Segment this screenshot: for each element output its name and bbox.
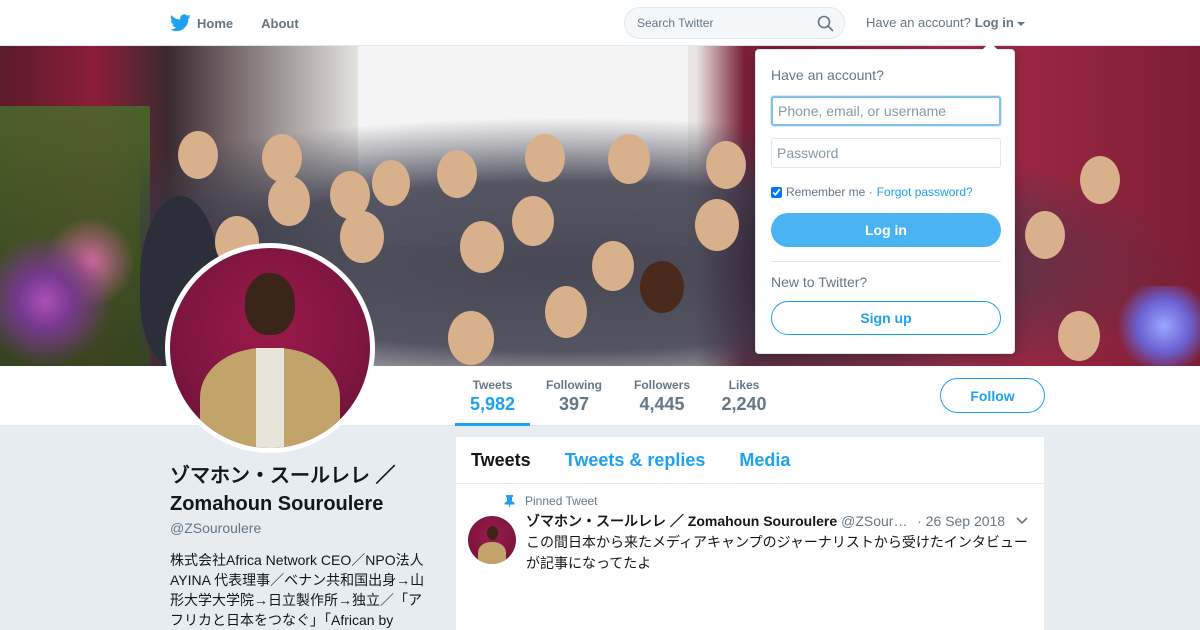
banner-face xyxy=(268,176,310,226)
tweet-avatar-jacket xyxy=(478,542,506,564)
top-navigation-bar: Home About Have an account? Log in xyxy=(0,0,1200,46)
banner-face xyxy=(592,241,634,291)
login-button[interactable]: Log in xyxy=(771,213,1001,247)
stat-followers[interactable]: Followers 4,445 xyxy=(628,378,696,415)
nav-home-link[interactable]: Home xyxy=(170,14,233,32)
timeline-tabs: Tweets Tweets & replies Media xyxy=(456,437,1044,484)
account-menu[interactable]: Have an account? Log in xyxy=(866,15,1025,30)
password-field[interactable] xyxy=(771,138,1001,168)
tab-media[interactable]: Media xyxy=(739,450,790,471)
pinned-tweet-context: Pinned Tweet xyxy=(504,494,598,508)
search-input[interactable] xyxy=(625,8,815,38)
stat-tweets-label: Tweets xyxy=(472,378,513,392)
avatar-shirt xyxy=(256,348,284,448)
tweet-text: この間日本から来たメディアキャンプのジャーナリストから受けたインタビューが記事に… xyxy=(526,534,1028,571)
signup-button[interactable]: Sign up xyxy=(771,301,1001,335)
profile-name-line2: Zomahoun Souroulere xyxy=(170,493,384,515)
timeline: Tweets Tweets & replies Media Pinned Twe… xyxy=(456,437,1044,630)
tab-tweets[interactable]: Tweets xyxy=(471,450,531,471)
banner-face xyxy=(1025,211,1065,259)
dropdown-divider xyxy=(771,261,1001,262)
stat-following-value: 397 xyxy=(558,394,590,414)
tweet-author-handle[interactable]: @ZSouroulere xyxy=(841,513,909,529)
new-to-twitter-prompt: New to Twitter? xyxy=(771,274,868,290)
stat-following[interactable]: Following 397 xyxy=(540,378,608,415)
pin-icon xyxy=(504,494,515,508)
nav-about-label: About xyxy=(261,15,299,31)
banner-face xyxy=(640,261,684,313)
search-icon[interactable] xyxy=(817,15,834,37)
tab-tweets-and-replies[interactable]: Tweets & replies xyxy=(565,450,706,471)
follow-button[interactable]: Follow xyxy=(940,378,1045,413)
search-box xyxy=(624,7,845,39)
nav-home-label: Home xyxy=(197,15,234,31)
tweet-author-avatar[interactable] xyxy=(468,516,516,564)
remember-me-label: Remember me · xyxy=(786,185,873,199)
nav-left: Home About xyxy=(170,0,327,46)
tweet-header: ゾマホン・スールレレ ／ Zomahoun Souroulere @ZSouro… xyxy=(526,511,1031,531)
banner-face xyxy=(1080,156,1120,204)
account-prompt: Have an account? xyxy=(866,15,971,30)
profile-bio: 株式会社Africa Network CEO／NPO法人AYINA 代表理事／ベ… xyxy=(170,552,425,628)
twitter-bird-icon xyxy=(170,14,191,32)
banner-face xyxy=(460,221,504,273)
banner-face xyxy=(372,160,410,206)
banner-face xyxy=(545,286,587,338)
banner-face xyxy=(512,196,554,246)
banner-face xyxy=(608,134,650,184)
forgot-password-link[interactable]: Forgot password? xyxy=(877,185,973,199)
banner-face xyxy=(437,150,477,198)
caret-down-icon xyxy=(1016,21,1025,26)
stat-likes-label: Likes xyxy=(728,378,760,392)
stat-followers-value: 4,445 xyxy=(639,394,685,414)
profile-avatar[interactable] xyxy=(165,243,375,453)
profile-handle[interactable]: @ZSouroulere xyxy=(170,520,430,536)
stat-tweets[interactable]: Tweets 5,982 xyxy=(455,378,530,426)
pinned-tweet[interactable]: Pinned Tweet ゾマホン・スールレレ ／ Zomahoun Souro… xyxy=(456,484,1044,630)
tweet-timestamp[interactable]: · 26 Sep 2018 xyxy=(917,513,1005,529)
banner-flowers xyxy=(0,106,150,366)
tweet-avatar-head xyxy=(487,526,498,540)
stat-tweets-value: 5,982 xyxy=(469,394,516,414)
banner-face xyxy=(448,311,494,365)
avatar-head xyxy=(245,273,295,335)
stat-likes-value: 2,240 xyxy=(721,394,767,414)
avatar-photo xyxy=(170,248,370,448)
banner-face xyxy=(695,199,739,251)
nav-login-link[interactable]: Log in xyxy=(975,15,1014,30)
banner-face xyxy=(178,131,218,179)
banner-face xyxy=(1058,311,1100,361)
stat-following-label: Following xyxy=(546,378,602,392)
login-dropdown: Have an account? Remember me · Forgot pa… xyxy=(755,42,1015,354)
banner-balloons xyxy=(1110,286,1200,366)
profile-name[interactable]: ゾマホン・スールレレ ／ Zomahoun Souroulere xyxy=(170,462,430,518)
remember-me-row: Remember me · Forgot password? xyxy=(771,185,973,199)
stat-likes[interactable]: Likes 2,240 xyxy=(714,378,774,415)
banner-face xyxy=(262,134,302,182)
chevron-down-icon[interactable] xyxy=(1015,513,1029,529)
profile-header-card: ゾマホン・スールレレ ／ Zomahoun Souroulere @ZSouro… xyxy=(170,462,430,630)
banner-face xyxy=(525,134,565,182)
profile-name-line1: ゾマホン・スールレレ ／ xyxy=(170,465,396,487)
stat-followers-label: Followers xyxy=(633,378,690,392)
banner-face xyxy=(340,211,384,263)
remember-me-checkbox[interactable] xyxy=(771,186,782,198)
username-field[interactable] xyxy=(771,96,1001,126)
nav-about-link[interactable]: About xyxy=(261,16,299,31)
tweet-author-name[interactable]: ゾマホン・スールレレ ／ Zomahoun Souroulere xyxy=(526,511,837,531)
pinned-tweet-label: Pinned Tweet xyxy=(525,494,598,508)
login-dropdown-title: Have an account? xyxy=(771,67,884,83)
banner-face xyxy=(706,141,746,189)
